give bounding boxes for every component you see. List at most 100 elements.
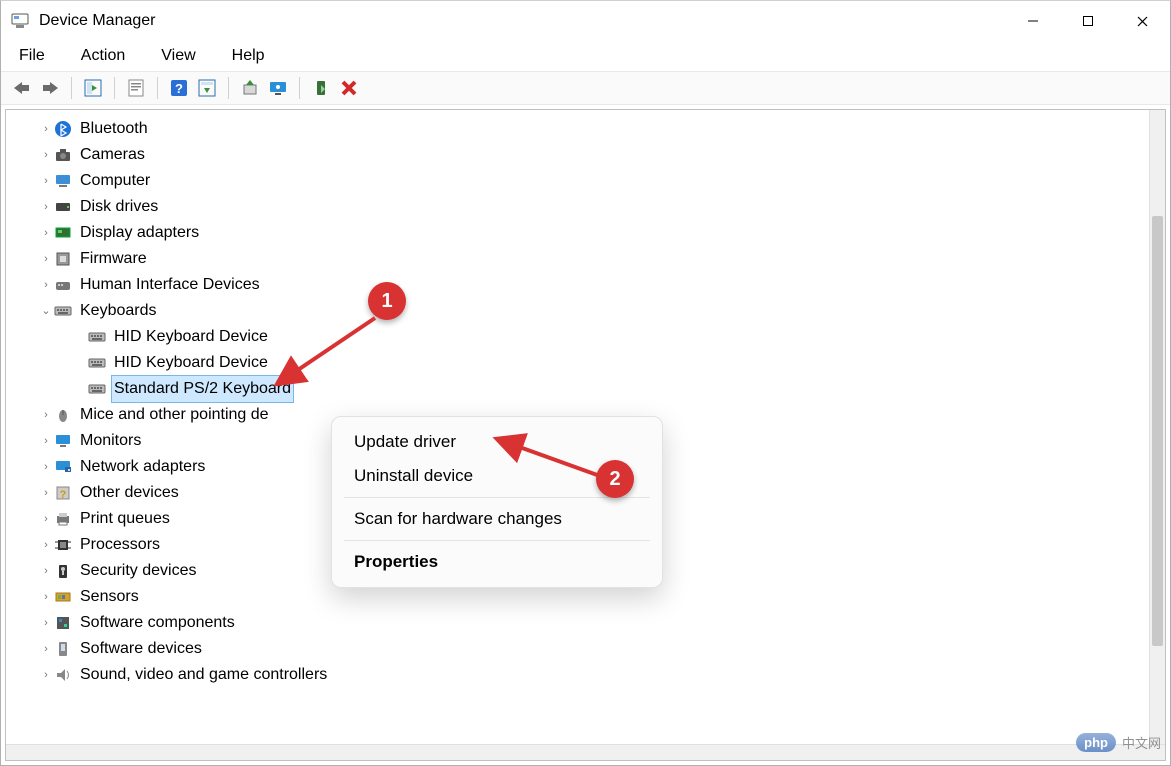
tree-node[interactable]: › Bluetooth: [10, 116, 1145, 142]
tree-node[interactable]: › Software components: [10, 610, 1145, 636]
tree-node-label: Disk drives: [78, 194, 160, 220]
ctx-separator: [344, 540, 650, 541]
mouse-icon: [54, 406, 72, 424]
tree-node-label: Security devices: [78, 558, 199, 584]
uninstall-device-button[interactable]: [336, 75, 362, 101]
enable-device-button[interactable]: [308, 75, 334, 101]
keyboard-icon: [88, 328, 106, 346]
tree-node-label: Keyboards: [78, 298, 159, 324]
ctx-scan-hardware[interactable]: Scan for hardware changes: [332, 502, 662, 536]
update-driver-button[interactable]: [237, 75, 263, 101]
tree-node-label: Processors: [78, 532, 162, 558]
ctx-properties[interactable]: Properties: [332, 545, 662, 579]
chevron-right-icon[interactable]: ›: [38, 584, 54, 610]
chevron-right-icon[interactable]: ›: [38, 506, 54, 532]
cpu-icon: [54, 536, 72, 554]
tree-node-label: Human Interface Devices: [78, 272, 262, 298]
chevron-right-icon[interactable]: ›: [38, 454, 54, 480]
tree-node-label: Other devices: [78, 480, 181, 506]
svg-text:?: ?: [175, 81, 183, 96]
tree-node-label: Software components: [78, 610, 237, 636]
menu-file[interactable]: File: [11, 45, 53, 67]
chevron-right-icon[interactable]: ›: [38, 610, 54, 636]
tree-node[interactable]: ›Software devices: [10, 636, 1145, 662]
watermark-text: 中文网: [1122, 733, 1161, 752]
tree-node-label: Display adapters: [78, 220, 201, 246]
chevron-right-icon[interactable]: ›: [38, 246, 54, 272]
menu-action[interactable]: Action: [73, 45, 133, 67]
tree-node[interactable]: ⌄ Keyboards: [10, 298, 1145, 324]
monitor-icon: [54, 432, 72, 450]
properties-sheet-button[interactable]: [194, 75, 220, 101]
tree-node-label: Network adapters: [78, 454, 207, 480]
chevron-right-icon[interactable]: ›: [38, 532, 54, 558]
keyboard-icon: [88, 354, 106, 372]
keyboard-icon: [54, 302, 72, 320]
vertical-scrollbar[interactable]: [1149, 110, 1165, 760]
window-title: Device Manager: [39, 12, 156, 30]
camera-icon: [54, 146, 72, 164]
chevron-right-icon[interactable]: ›: [38, 116, 54, 142]
context-menu: Update driver Uninstall device Scan for …: [331, 416, 663, 588]
menu-help[interactable]: Help: [224, 45, 273, 67]
firmware-icon: [54, 250, 72, 268]
scrollbar-thumb[interactable]: [1152, 216, 1163, 646]
ctx-update-driver[interactable]: Update driver: [332, 425, 662, 459]
tree-node[interactable]: HID Keyboard Device: [10, 324, 1145, 350]
annotation-callout-1: 1: [368, 282, 406, 320]
tree-node[interactable]: ›Cameras: [10, 142, 1145, 168]
computer-icon: [54, 172, 72, 190]
close-button[interactable]: [1115, 1, 1170, 41]
chevron-right-icon[interactable]: ›: [38, 480, 54, 506]
titlebar: Device Manager: [1, 1, 1170, 41]
horizontal-scrollbar[interactable]: [6, 744, 1165, 760]
menu-view[interactable]: View: [153, 45, 203, 67]
chevron-down-icon[interactable]: ⌄: [38, 298, 54, 324]
tree-node[interactable]: ›Sound, video and game controllers: [10, 662, 1145, 688]
tree-node-label: Computer: [78, 168, 152, 194]
tree-node-label: Bluetooth: [78, 116, 150, 142]
display-adapter-icon: [54, 224, 72, 242]
bluetooth-icon: [54, 120, 72, 138]
chevron-right-icon[interactable]: ›: [38, 402, 54, 428]
toolbar: ?: [1, 71, 1170, 105]
software-device-icon: [54, 640, 72, 658]
maximize-button[interactable]: [1060, 1, 1115, 41]
window-controls: [1005, 1, 1170, 41]
sound-icon: [54, 666, 72, 684]
sensor-icon: [54, 588, 72, 606]
tree-node[interactable]: › Disk drives: [10, 194, 1145, 220]
tree-node[interactable]: › Firmware: [10, 246, 1145, 272]
printer-icon: [54, 510, 72, 528]
tree-node[interactable]: › Computer: [10, 168, 1145, 194]
chevron-right-icon[interactable]: ›: [38, 428, 54, 454]
software-component-icon: [54, 614, 72, 632]
tree-node-label: Mice and other pointing de: [78, 402, 271, 428]
disk-icon: [54, 198, 72, 216]
annotation-callout-2: 2: [596, 460, 634, 498]
tree-node-label: Firmware: [78, 246, 149, 272]
tree-node[interactable]: HID Keyboard Device: [10, 350, 1145, 376]
properties-button[interactable]: [123, 75, 149, 101]
chevron-right-icon[interactable]: ›: [38, 636, 54, 662]
minimize-button[interactable]: [1005, 1, 1060, 41]
tree-node[interactable]: › Human Interface Devices: [10, 272, 1145, 298]
chevron-right-icon[interactable]: ›: [38, 662, 54, 688]
chevron-right-icon[interactable]: ›: [38, 558, 54, 584]
menubar: File Action View Help: [1, 41, 1170, 71]
chevron-right-icon[interactable]: ›: [38, 142, 54, 168]
show-hide-tree-button[interactable]: [80, 75, 106, 101]
chevron-right-icon[interactable]: ›: [38, 168, 54, 194]
chevron-right-icon[interactable]: ›: [38, 220, 54, 246]
network-icon: [54, 458, 72, 476]
tree-node-label: Sensors: [78, 584, 141, 610]
chevron-right-icon[interactable]: ›: [38, 194, 54, 220]
tree-node[interactable]: Standard PS/2 Keyboard: [10, 376, 1145, 402]
help-button[interactable]: ?: [166, 75, 192, 101]
tree-node[interactable]: › Display adapters: [10, 220, 1145, 246]
chevron-right-icon[interactable]: ›: [38, 272, 54, 298]
back-button[interactable]: [9, 75, 35, 101]
scan-hardware-button[interactable]: [265, 75, 291, 101]
watermark: php 中文网: [1076, 733, 1161, 752]
forward-button[interactable]: [37, 75, 63, 101]
